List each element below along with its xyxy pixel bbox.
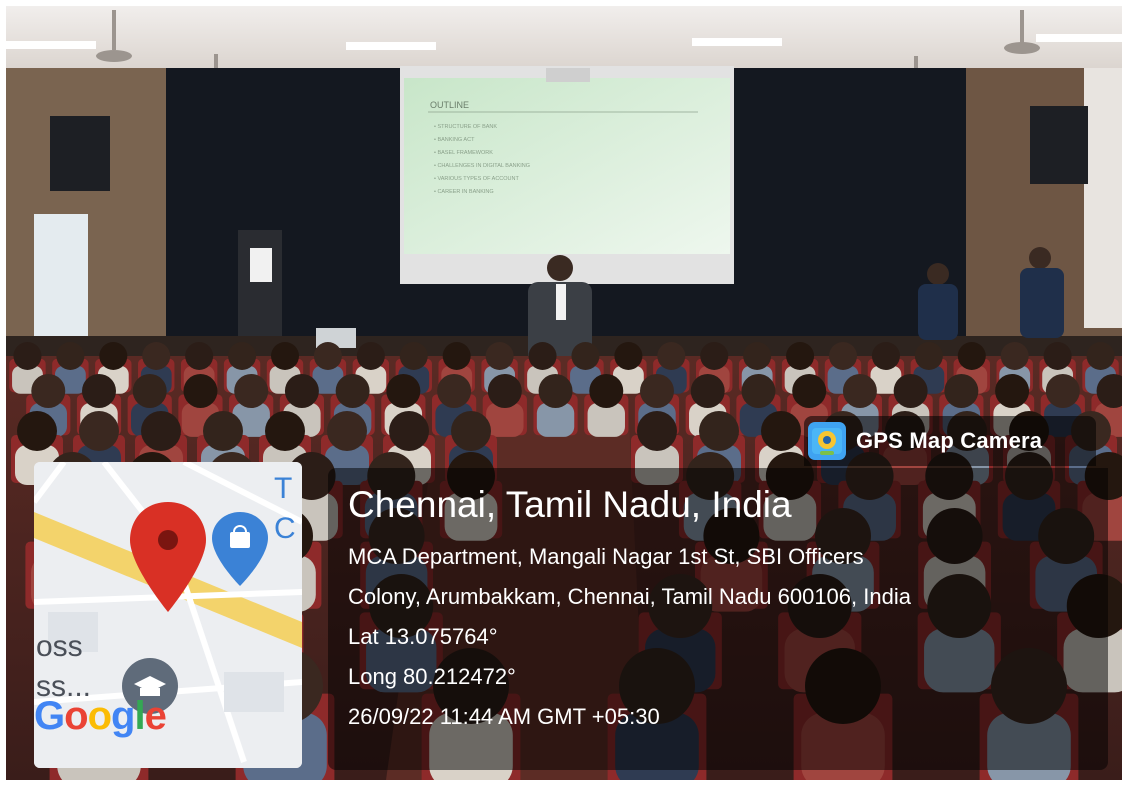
map-label-c: C xyxy=(274,512,296,545)
audience-member-head xyxy=(957,342,986,370)
audience-member-head xyxy=(356,342,385,370)
audience-member-head xyxy=(327,411,367,451)
pillar xyxy=(1084,68,1122,328)
audience-member-head xyxy=(1000,342,1029,370)
audience-member-head xyxy=(914,342,943,370)
audience-member-head xyxy=(741,374,776,408)
photo-scene: OUTLINE • STRUCTURE OF BANK • BANKING ACT… xyxy=(6,6,1122,780)
audience-member-head xyxy=(829,342,857,370)
address-line-2: Colony, Arumbakkam, Chennai, Tamil Nadu … xyxy=(348,584,911,609)
audience-member-head xyxy=(399,342,428,370)
audience-member-head xyxy=(437,374,472,408)
audience-member-head xyxy=(690,374,725,408)
speaker-box xyxy=(50,116,110,191)
latitude: Lat 13.075764° xyxy=(348,624,498,649)
audience-member-head xyxy=(265,411,305,451)
audience-member-head xyxy=(614,342,643,370)
audience-member-head xyxy=(234,374,269,408)
google-logo-letter: o xyxy=(87,694,112,738)
audience-member-head xyxy=(699,411,739,451)
ceiling xyxy=(6,6,1122,76)
audience-member-head xyxy=(228,342,257,370)
audience-member-head xyxy=(141,411,181,451)
audience-member-head xyxy=(485,342,514,370)
audience-member-head xyxy=(17,411,57,451)
speaker-box xyxy=(1030,106,1088,184)
audience-member-head xyxy=(142,342,171,370)
audience-member-head xyxy=(79,411,119,451)
audience-member-head xyxy=(183,374,218,408)
audience-member-head xyxy=(13,342,42,370)
location-city: Chennai, Tamil Nadu, India xyxy=(348,484,792,525)
audience-member-head xyxy=(700,342,729,370)
ceiling-light xyxy=(6,41,96,49)
slide-bullet: • VARIOUS TYPES OF ACCOUNT xyxy=(434,176,519,182)
audience-member-head xyxy=(313,342,342,370)
map-label-oss: oss xyxy=(36,630,83,663)
projector xyxy=(546,68,590,82)
audience-member-head xyxy=(31,374,66,408)
ceiling-light xyxy=(1036,34,1122,42)
audience-member-head xyxy=(995,374,1030,408)
audience-member-head xyxy=(442,342,471,370)
audience-member-head xyxy=(99,342,128,370)
google-logo-letter: o xyxy=(64,694,88,738)
google-logo-letter: G xyxy=(34,694,65,738)
audience-member-head xyxy=(743,342,772,370)
slide-bullet: • BASEL FRAMEWORK xyxy=(434,150,493,156)
audience-member-head xyxy=(335,374,370,408)
audience-member-head xyxy=(132,374,167,408)
audience-member-head xyxy=(82,374,116,408)
google-logo-letter: e xyxy=(144,694,167,738)
audience-member-head xyxy=(1086,342,1115,370)
audience-member-head xyxy=(792,374,827,408)
gps-stamp-header: GPS Map Camera xyxy=(804,416,1096,466)
audience-member-head xyxy=(571,342,600,370)
audience-member-head xyxy=(451,411,491,451)
window xyxy=(34,214,88,344)
timestamp: 26/09/22 11:44 AM GMT +05:30 xyxy=(348,704,660,729)
podium-logo xyxy=(250,248,272,282)
audience-member-head xyxy=(589,374,624,408)
audience-member-head xyxy=(538,374,573,408)
audience-member-head xyxy=(1043,342,1072,370)
audience-member-head xyxy=(284,374,319,408)
audience-member-head xyxy=(271,342,299,370)
audience-member-head xyxy=(389,411,429,451)
map-thumbnail: T C oss ss... Google xyxy=(34,462,302,768)
audience-member-head xyxy=(640,374,674,408)
audience-member-head xyxy=(657,342,686,370)
audience-member-head xyxy=(528,342,557,370)
audience-member-head xyxy=(786,342,815,370)
audience-member-head xyxy=(637,411,677,451)
audience-member-head xyxy=(203,411,243,451)
gps-stamp-body: Chennai, Tamil Nadu, India MCA Departmen… xyxy=(328,468,1108,770)
address-line-1: MCA Department, Mangali Nagar 1st St, SB… xyxy=(348,544,864,569)
audience-member-head xyxy=(944,374,979,408)
audience-member-head xyxy=(56,342,85,370)
gps-map-camera-icon xyxy=(808,422,846,460)
audience-member-head xyxy=(185,342,214,370)
google-logo-letter: l xyxy=(134,694,145,738)
slide-bullet: • BANKING ACT xyxy=(434,137,475,143)
audience-member-head xyxy=(487,374,522,408)
audience-member-head xyxy=(871,342,900,370)
audience-member-head xyxy=(761,411,801,451)
audience-member-head xyxy=(893,374,928,408)
slide-heading: OUTLINE xyxy=(430,100,469,110)
longitude: Long 80.212472° xyxy=(348,664,516,689)
podium xyxy=(238,230,282,340)
slide-bullet: • STRUCTURE OF BANK xyxy=(434,124,497,130)
audience-member-head xyxy=(842,374,877,408)
slide-bullet: • CHALLENGES IN DIGITAL BANKING xyxy=(434,163,530,169)
map-label-t: T xyxy=(274,472,293,505)
slide-bullet: • CAREER IN BANKING xyxy=(434,189,494,195)
app-name-label: GPS Map Camera xyxy=(856,428,1043,453)
audience-member-head xyxy=(386,374,421,408)
google-logo: Google xyxy=(34,694,167,739)
ceiling-light xyxy=(346,42,436,50)
ceiling-light xyxy=(692,38,782,46)
google-logo-letter: g xyxy=(111,694,135,738)
audience-member-head xyxy=(1045,374,1080,408)
